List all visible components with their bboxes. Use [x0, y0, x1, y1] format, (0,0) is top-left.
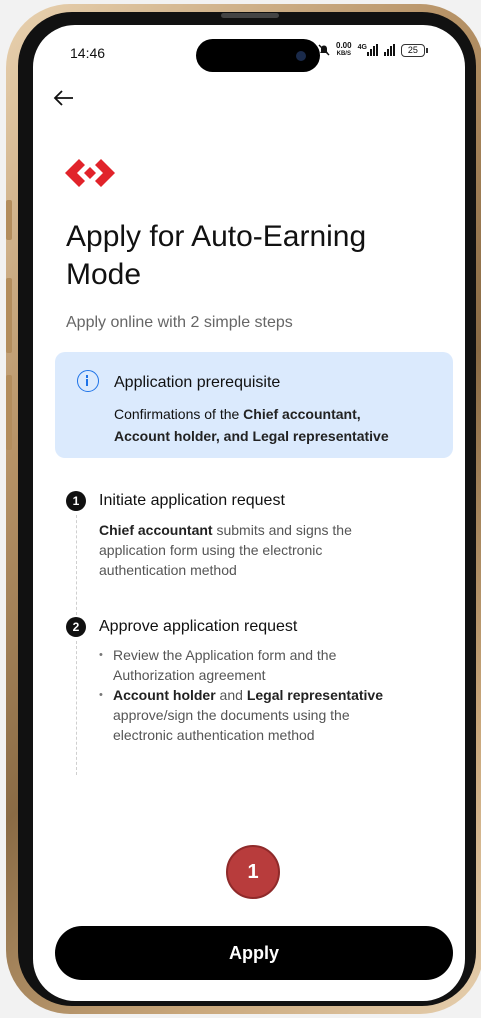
- screen: 14:46 0.00 KB/S 4G 25 Apply for Auto-Ear…: [33, 25, 465, 1001]
- status-icons: 0.00 KB/S 4G 25: [318, 42, 428, 58]
- step-connector: [76, 641, 77, 775]
- prerequisite-text-bold: Chief accountant,: [243, 406, 361, 422]
- list-item-text: Review the Application form and the Auth…: [113, 647, 337, 683]
- status-time: 14:46: [70, 45, 106, 61]
- apply-button[interactable]: Apply: [55, 926, 453, 980]
- network-speed-value: 0.00: [336, 41, 352, 50]
- side-button: [6, 278, 12, 353]
- signal-4g: 4G: [358, 44, 378, 56]
- list-item-text: and: [215, 687, 247, 703]
- annotation-marker: 1: [226, 845, 280, 899]
- list-item-bold: Account holder: [113, 687, 216, 703]
- arrow-left-icon[interactable]: [51, 85, 77, 111]
- camera-icon: [296, 51, 306, 61]
- network-type: 4G: [357, 44, 367, 51]
- step-description: Chief accountant submits and signs the a…: [99, 520, 409, 580]
- step-number: 1: [66, 491, 86, 511]
- network-speed: 0.00 KB/S: [336, 42, 352, 58]
- prerequisite-box: Application prerequisite Confirmations o…: [55, 352, 453, 458]
- list-item-bold: Legal representative: [246, 687, 383, 703]
- list-item: Account holder and Legal representative …: [99, 685, 409, 745]
- step-title: Approve application request: [99, 618, 298, 635]
- dynamic-island: [196, 39, 320, 72]
- step-title: Initiate application request: [99, 492, 285, 509]
- prerequisite-text: Confirmations of the Chief accountant, Ac…: [114, 403, 434, 447]
- battery-icon: 25: [400, 43, 428, 57]
- brand-logo: [65, 159, 115, 187]
- page-subtitle: Apply online with 2 simple steps: [66, 314, 293, 331]
- network-speed-unit: KB/S: [336, 51, 351, 57]
- step-number: 2: [66, 617, 86, 637]
- signal-icon: [366, 44, 378, 56]
- signal-icon: [383, 44, 395, 56]
- step-bullets: Review the Application form and the Auth…: [99, 645, 409, 745]
- list-item-text: approve/sign the documents using the ele…: [113, 707, 350, 743]
- mute-bell-icon: [318, 44, 330, 56]
- prerequisite-text-bold: Account holder, and Legal representative: [114, 428, 389, 444]
- page-title: Apply for Auto-Earning Mode: [66, 220, 367, 291]
- list-item: Review the Application form and the Auth…: [99, 645, 409, 685]
- side-button: [6, 200, 12, 240]
- info-icon: [77, 370, 99, 392]
- side-button: [6, 375, 12, 450]
- prerequisite-title: Application prerequisite: [114, 374, 281, 391]
- step-connector: [76, 515, 77, 615]
- step-text-bold: Chief accountant: [99, 522, 213, 538]
- prerequisite-text-prefix: Confirmations of the: [114, 406, 244, 422]
- speaker-slot: [221, 13, 279, 18]
